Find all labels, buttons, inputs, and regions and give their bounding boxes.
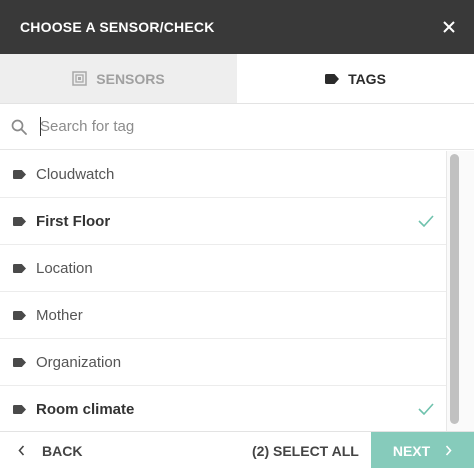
select-all-button[interactable]: (2) SELECT ALL xyxy=(252,432,359,468)
next-button-label: NEXT xyxy=(392,442,431,459)
tab-tags-label: TAGS xyxy=(348,70,386,87)
tag-icon xyxy=(13,263,27,273)
search-icon xyxy=(11,118,29,136)
scrollbar-thumb[interactable] xyxy=(450,154,459,424)
tab-bar: SENSORS TAGS xyxy=(0,54,474,104)
search-input[interactable] xyxy=(40,118,440,135)
list-item-label: Room climate xyxy=(36,400,135,418)
dialog-header: CHOOSE A SENSOR/CHECK xyxy=(0,0,474,54)
list-item[interactable]: Room climate xyxy=(0,386,446,431)
list-item-label: Mother xyxy=(36,306,83,324)
back-button[interactable]: BACK xyxy=(18,432,82,468)
text-cursor xyxy=(40,117,41,136)
checkmark-icon xyxy=(418,403,434,415)
tag-icon xyxy=(13,169,27,179)
list-item[interactable]: Organization xyxy=(0,339,446,386)
close-button[interactable] xyxy=(438,16,460,38)
close-icon[interactable] xyxy=(443,21,455,33)
tag-list: Cloudwatch First Floor Location Mother O… xyxy=(0,151,446,431)
chevron-right-icon xyxy=(445,445,452,456)
tab-tags[interactable]: TAGS xyxy=(237,54,474,103)
tab-sensors[interactable]: SENSORS xyxy=(0,54,237,103)
tag-icon xyxy=(13,310,27,320)
back-button-label: BACK xyxy=(42,442,83,459)
search-bar xyxy=(0,104,474,150)
tag-icon xyxy=(325,73,340,84)
tag-icon xyxy=(13,216,27,226)
list-item[interactable]: Location xyxy=(0,245,446,292)
list-item-label: Organization xyxy=(36,353,122,371)
sensor-icon xyxy=(72,71,88,86)
list-item-label: First Floor xyxy=(36,212,111,230)
list-item[interactable]: Mother xyxy=(0,292,446,339)
list-item-label: Cloudwatch xyxy=(36,165,115,183)
dialog-title: CHOOSE A SENSOR/CHECK xyxy=(20,19,215,35)
checkmark-icon xyxy=(418,215,434,227)
tab-sensors-label: SENSORS xyxy=(96,70,165,87)
chevron-left-icon xyxy=(18,445,25,456)
tag-icon xyxy=(13,404,27,414)
list-item[interactable]: First Floor xyxy=(0,198,446,245)
list-item[interactable]: Cloudwatch xyxy=(0,151,446,198)
list-item-label: Location xyxy=(36,259,93,277)
next-button[interactable]: NEXT xyxy=(371,432,474,468)
dialog-footer: BACK (2) SELECT ALL NEXT xyxy=(0,431,474,468)
select-all-label: (2) SELECT ALL xyxy=(252,442,359,459)
tag-icon xyxy=(13,357,27,367)
